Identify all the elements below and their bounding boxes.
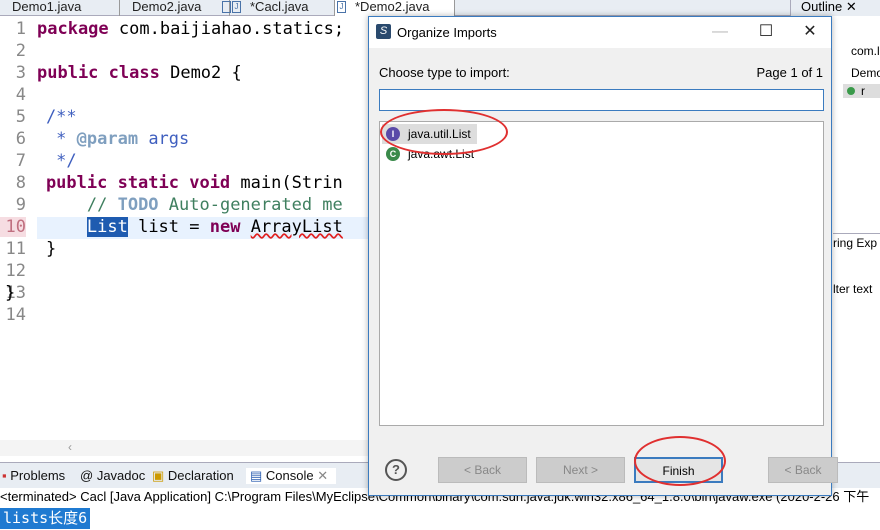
horizontal-scrollbar[interactable]: ‹ (0, 440, 368, 456)
organize-imports-dialog: S Organize Imports — ☐ ✕ Choose type to … (368, 16, 838, 496)
keyword: package (37, 19, 109, 39)
tab-label: Javadoc (96, 468, 146, 483)
code-line-5: /** (5, 107, 77, 127)
outline-item-method[interactable]: r (843, 84, 880, 98)
declaration-icon: ▣ (152, 468, 165, 483)
code-line-9: // TODO Auto-generated me (5, 195, 343, 215)
red-annotation-circle (380, 109, 508, 155)
myeclipse-icon: S (376, 24, 391, 39)
back-button[interactable]: < Back (438, 457, 527, 483)
choose-type-label: Choose type to import: (379, 65, 510, 80)
filter-text-input[interactable]: lter text (833, 282, 872, 296)
code-text: Demo2 { (159, 63, 242, 83)
line-number: 14 (5, 305, 26, 325)
tab-cacl[interactable]: J *Cacl.java (230, 0, 335, 16)
code-line-1: package com.baijiahao.statics; (37, 19, 344, 39)
tab-javadoc[interactable]: @ Javadoc (80, 468, 145, 483)
console-output: lists长度6 (0, 508, 91, 529)
tab-label: Demo1.java (12, 0, 82, 14)
dialog-titlebar: S Organize Imports — ☐ ✕ (369, 17, 831, 48)
panel-partial-label: ring Exp (833, 233, 880, 250)
tab-label: Outline (801, 0, 843, 14)
keyword: new (209, 217, 241, 237)
tab-demo1[interactable]: Demo1.java (0, 0, 120, 16)
error-text: ArrayList (250, 217, 343, 237)
code-line-11: } (5, 239, 57, 259)
tab-demo2[interactable]: Demo2.java (110, 0, 231, 16)
tab-demo2-active[interactable]: J *Demo2.java (335, 0, 455, 16)
code-text: args (138, 129, 190, 149)
tab-label: Declaration (167, 468, 234, 483)
outline-label: r (861, 84, 865, 98)
javadoc-tag: @param (76, 129, 139, 149)
next-button[interactable]: Next > (536, 457, 625, 483)
line-number: 1 (15, 19, 26, 39)
code-text: main(Strin (230, 173, 343, 193)
tab-label: Console (265, 468, 314, 483)
dialog-title: Organize Imports (397, 25, 497, 40)
public-method-icon (847, 87, 855, 95)
maximize-button[interactable]: ☐ (751, 21, 781, 43)
line-number: 4 (15, 85, 26, 105)
tab-declaration[interactable]: ▣ Declaration (152, 468, 234, 484)
tab-problems[interactable]: ▪ Problems (2, 468, 65, 483)
page-indicator: Page 1 of 1 (756, 65, 824, 80)
tab-label: *Cacl.java (250, 0, 309, 14)
red-annotation-circle (634, 436, 726, 486)
minimize-button[interactable]: — (705, 21, 735, 43)
keyword: public (37, 63, 99, 83)
problems-icon: ▪ (2, 468, 7, 483)
back-button-ghost: < Back (768, 457, 838, 483)
tab-console[interactable]: ▤ Console ✕ (246, 468, 337, 484)
tab-outline[interactable]: Outline ✕ (791, 0, 880, 16)
code-line-7: */ (5, 151, 77, 171)
editor-tab-bar: Demo1.java Demo2.java J *Cacl.java J *Demo… (0, 0, 790, 16)
line-number: 3 (15, 63, 26, 83)
tab-label: *Demo2.java (355, 0, 430, 14)
selected-text[interactable]: List (86, 217, 128, 237)
line-number: 12 (5, 261, 26, 281)
tab-label: Demo2.java (132, 0, 202, 14)
help-button[interactable]: ? (385, 459, 407, 481)
type-filter-input[interactable] (379, 89, 824, 111)
code-line-10: List list = new ArrayList (5, 217, 343, 237)
code-line-6: * @param args (5, 129, 189, 149)
code-text: Auto-generated me (158, 195, 343, 215)
code-text: com.baijiahao.statics; (108, 19, 345, 39)
code-editor[interactable]: 1 2 3 4 5 6 7 8 9 10 11 12 13 14 package… (0, 16, 368, 456)
console-icon: ▤ (250, 468, 263, 483)
code-line-13: } (5, 283, 16, 303)
keyword: class (108, 63, 160, 83)
todo-tag: TODO (117, 195, 159, 215)
outline-item-class[interactable]: Demo (851, 66, 880, 80)
code-text: list = (127, 217, 210, 237)
type-list[interactable]: Ijava.util.List Cjava.awt.List (379, 121, 824, 426)
code-line-8: public static void main(Strin (5, 173, 343, 193)
outline-item-package[interactable]: com.l (851, 44, 880, 58)
close-button[interactable]: ✕ (795, 21, 825, 43)
tab-label: Problems (10, 468, 66, 483)
code-line-3: public class Demo2 { (37, 63, 242, 83)
java-file-icon: J (337, 1, 346, 13)
line-number: 2 (15, 41, 26, 61)
close-icon[interactable]: ✕ (317, 468, 328, 483)
java-file-icon: J (232, 1, 241, 13)
code-text: * (5, 129, 77, 149)
at-icon: @ (80, 468, 94, 483)
code-text: // (5, 195, 118, 215)
keyword: public static void (5, 173, 231, 193)
class-icon: C (386, 147, 400, 161)
